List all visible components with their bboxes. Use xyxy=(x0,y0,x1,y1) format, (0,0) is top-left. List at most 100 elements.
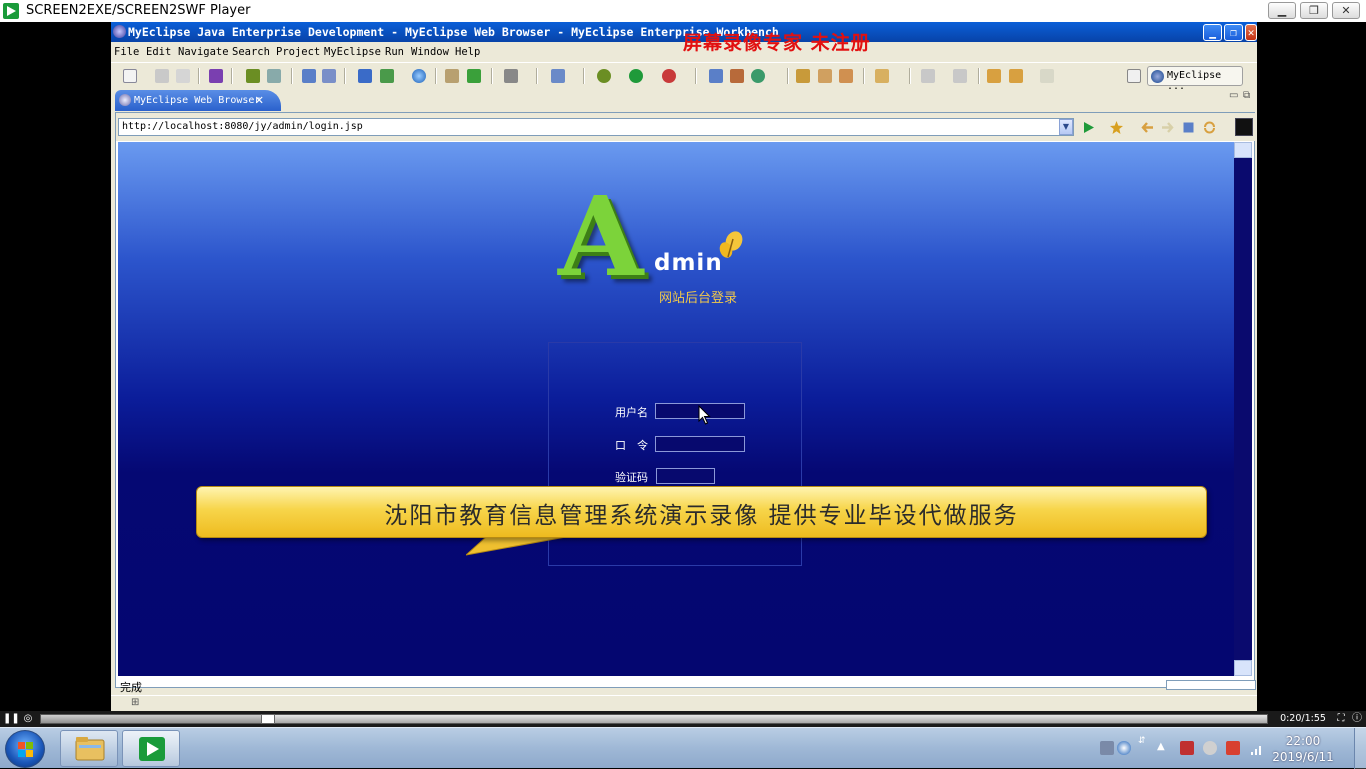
next-annotation-icon[interactable] xyxy=(921,69,935,83)
show-desktop-button[interactable] xyxy=(1354,728,1366,769)
eclipse-minimize-button[interactable]: ▁ xyxy=(1203,24,1222,41)
menu-run[interactable]: Run xyxy=(385,46,404,58)
external-tools-icon[interactable] xyxy=(662,69,676,83)
close-button[interactable]: ✕ xyxy=(1332,2,1360,19)
status-text: 完成 xyxy=(120,681,142,694)
menu-myeclipse[interactable]: MyEclipse xyxy=(324,46,381,58)
help-icon[interactable] xyxy=(1117,741,1131,755)
new-package-icon[interactable] xyxy=(730,69,744,83)
scroll-up-icon[interactable] xyxy=(1234,142,1252,158)
go-icon[interactable] xyxy=(1082,121,1095,134)
menu-search[interactable]: Search xyxy=(232,46,270,58)
print-icon[interactable] xyxy=(176,69,190,83)
taskbar-player[interactable] xyxy=(122,730,180,767)
maximize-button[interactable]: ❐ xyxy=(1300,2,1328,19)
open-folder-icon[interactable] xyxy=(445,69,459,83)
show-hidden-icons[interactable]: ▲ xyxy=(1157,741,1171,755)
browser-view-icon[interactable] xyxy=(1235,118,1253,136)
deploy-icon[interactable] xyxy=(302,69,316,83)
refresh-icon[interactable] xyxy=(267,69,281,83)
build-icon[interactable] xyxy=(246,69,260,83)
browser-icon xyxy=(119,94,131,106)
eclipse-window-title: MyEclipse Java Enterprise Development - … xyxy=(128,25,779,39)
browser-editor: http://localhost:8080/jy/admin/login.jsp… xyxy=(115,112,1256,688)
tab-web-browser[interactable]: MyEclipse Web Browser ✕ xyxy=(115,90,281,111)
view-minimize-icon[interactable]: ▭ xyxy=(1229,90,1238,101)
captcha-input[interactable] xyxy=(656,468,715,484)
minimize-button[interactable]: ▁ xyxy=(1268,2,1296,19)
signal-icon[interactable] xyxy=(1250,741,1264,755)
network-warning-icon[interactable] xyxy=(1180,741,1194,755)
url-bar: http://localhost:8080/jy/admin/login.jsp… xyxy=(116,113,1256,141)
windows-taskbar: ⇵ ▲ 22:00 2019/6/11 xyxy=(0,727,1366,769)
browser-refresh-icon[interactable] xyxy=(1203,121,1216,134)
language-icon[interactable]: ⇵ xyxy=(1138,736,1148,760)
forward-icon[interactable] xyxy=(1040,69,1054,83)
login-subtitle: 网站后台登录 xyxy=(658,291,737,306)
browser-stop-icon[interactable] xyxy=(1182,121,1195,134)
new-interface-icon[interactable] xyxy=(751,69,765,83)
fast-view-icon[interactable]: ⊞ xyxy=(131,697,139,708)
perspective-button[interactable]: MyEclipse ... xyxy=(1147,66,1243,92)
url-input[interactable]: http://localhost:8080/jy/admin/login.jsp xyxy=(118,118,1074,136)
menu-window[interactable]: Window xyxy=(411,46,449,58)
flag-icon[interactable] xyxy=(1226,741,1240,755)
folder-icon[interactable] xyxy=(875,69,889,83)
prev-annotation-icon[interactable] xyxy=(953,69,967,83)
open-type-icon[interactable] xyxy=(380,69,394,83)
bookmark-icon[interactable] xyxy=(839,69,853,83)
globe-icon[interactable] xyxy=(412,69,426,83)
start-button[interactable] xyxy=(5,730,45,768)
package-icon[interactable] xyxy=(209,69,223,83)
new-icon[interactable] xyxy=(123,69,137,83)
back-icon[interactable] xyxy=(1009,69,1023,83)
menu-project[interactable]: Project xyxy=(276,46,320,58)
vertical-scrollbar[interactable] xyxy=(1234,142,1252,676)
search-tool-icon[interactable] xyxy=(818,69,832,83)
server-icon[interactable] xyxy=(322,69,336,83)
run-icon[interactable] xyxy=(629,69,643,83)
keyboard-icon[interactable] xyxy=(1100,741,1114,755)
eclipse-window: MyEclipse Java Enterprise Development - … xyxy=(111,22,1257,712)
wizard-icon[interactable] xyxy=(551,69,565,83)
menu-edit[interactable]: Edit xyxy=(146,46,171,58)
save-icon[interactable] xyxy=(155,69,169,83)
perspective-label: MyEclipse ... xyxy=(1167,70,1222,92)
fullscreen-icon[interactable]: ⛶ xyxy=(1334,712,1348,726)
add-icon[interactable] xyxy=(467,69,481,83)
seek-bar[interactable] xyxy=(40,714,1268,724)
info-icon[interactable]: ⓘ xyxy=(1350,712,1364,726)
taskbar-explorer[interactable] xyxy=(60,730,118,767)
tab-close-icon[interactable]: ✕ xyxy=(255,92,263,108)
menu-file[interactable]: File xyxy=(114,46,139,58)
system-clock[interactable]: 22:00 2019/6/11 xyxy=(1270,733,1336,765)
view-maximize-icon[interactable]: ⧉ xyxy=(1243,90,1250,101)
volume-icon[interactable]: ◎ xyxy=(21,712,35,726)
player-controls: ❚❚ ◎ 0:20/1:55 ⛶ ⓘ xyxy=(0,711,1366,727)
open-task-icon[interactable] xyxy=(796,69,810,83)
browser-back-icon[interactable] xyxy=(1141,121,1154,134)
pause-icon[interactable]: ❚❚ xyxy=(3,712,20,726)
window-icon[interactable] xyxy=(358,69,372,83)
menu-navigate[interactable]: Navigate xyxy=(178,46,229,58)
new-class-icon[interactable] xyxy=(709,69,723,83)
volume-muted-icon[interactable] xyxy=(1203,741,1217,755)
windows-logo-icon xyxy=(18,742,33,757)
menu-help[interactable]: Help xyxy=(455,46,480,58)
seek-thumb[interactable] xyxy=(260,714,275,724)
fast-view-bar: ⊞ xyxy=(111,695,1257,712)
browser-forward-icon[interactable] xyxy=(1161,121,1174,134)
callout-text: 沈阳市教育信息管理系统演示录像 提供专业毕设代做服务 xyxy=(384,503,1019,529)
camera-icon[interactable] xyxy=(504,69,518,83)
eclipse-restore-button[interactable]: ❐ xyxy=(1224,24,1243,41)
open-perspective-icon[interactable] xyxy=(1127,69,1141,83)
password-label: 口 令 xyxy=(615,439,648,452)
url-history-dropdown-icon[interactable]: ▼ xyxy=(1059,119,1073,135)
folder-explorer-icon xyxy=(75,737,105,761)
favorites-icon[interactable] xyxy=(1110,121,1123,134)
debug-icon[interactable] xyxy=(597,69,611,83)
last-edit-icon[interactable] xyxy=(987,69,1001,83)
scroll-down-icon[interactable] xyxy=(1234,660,1252,676)
password-input[interactable] xyxy=(655,436,745,452)
eclipse-close-button[interactable]: ✕ xyxy=(1245,24,1257,41)
